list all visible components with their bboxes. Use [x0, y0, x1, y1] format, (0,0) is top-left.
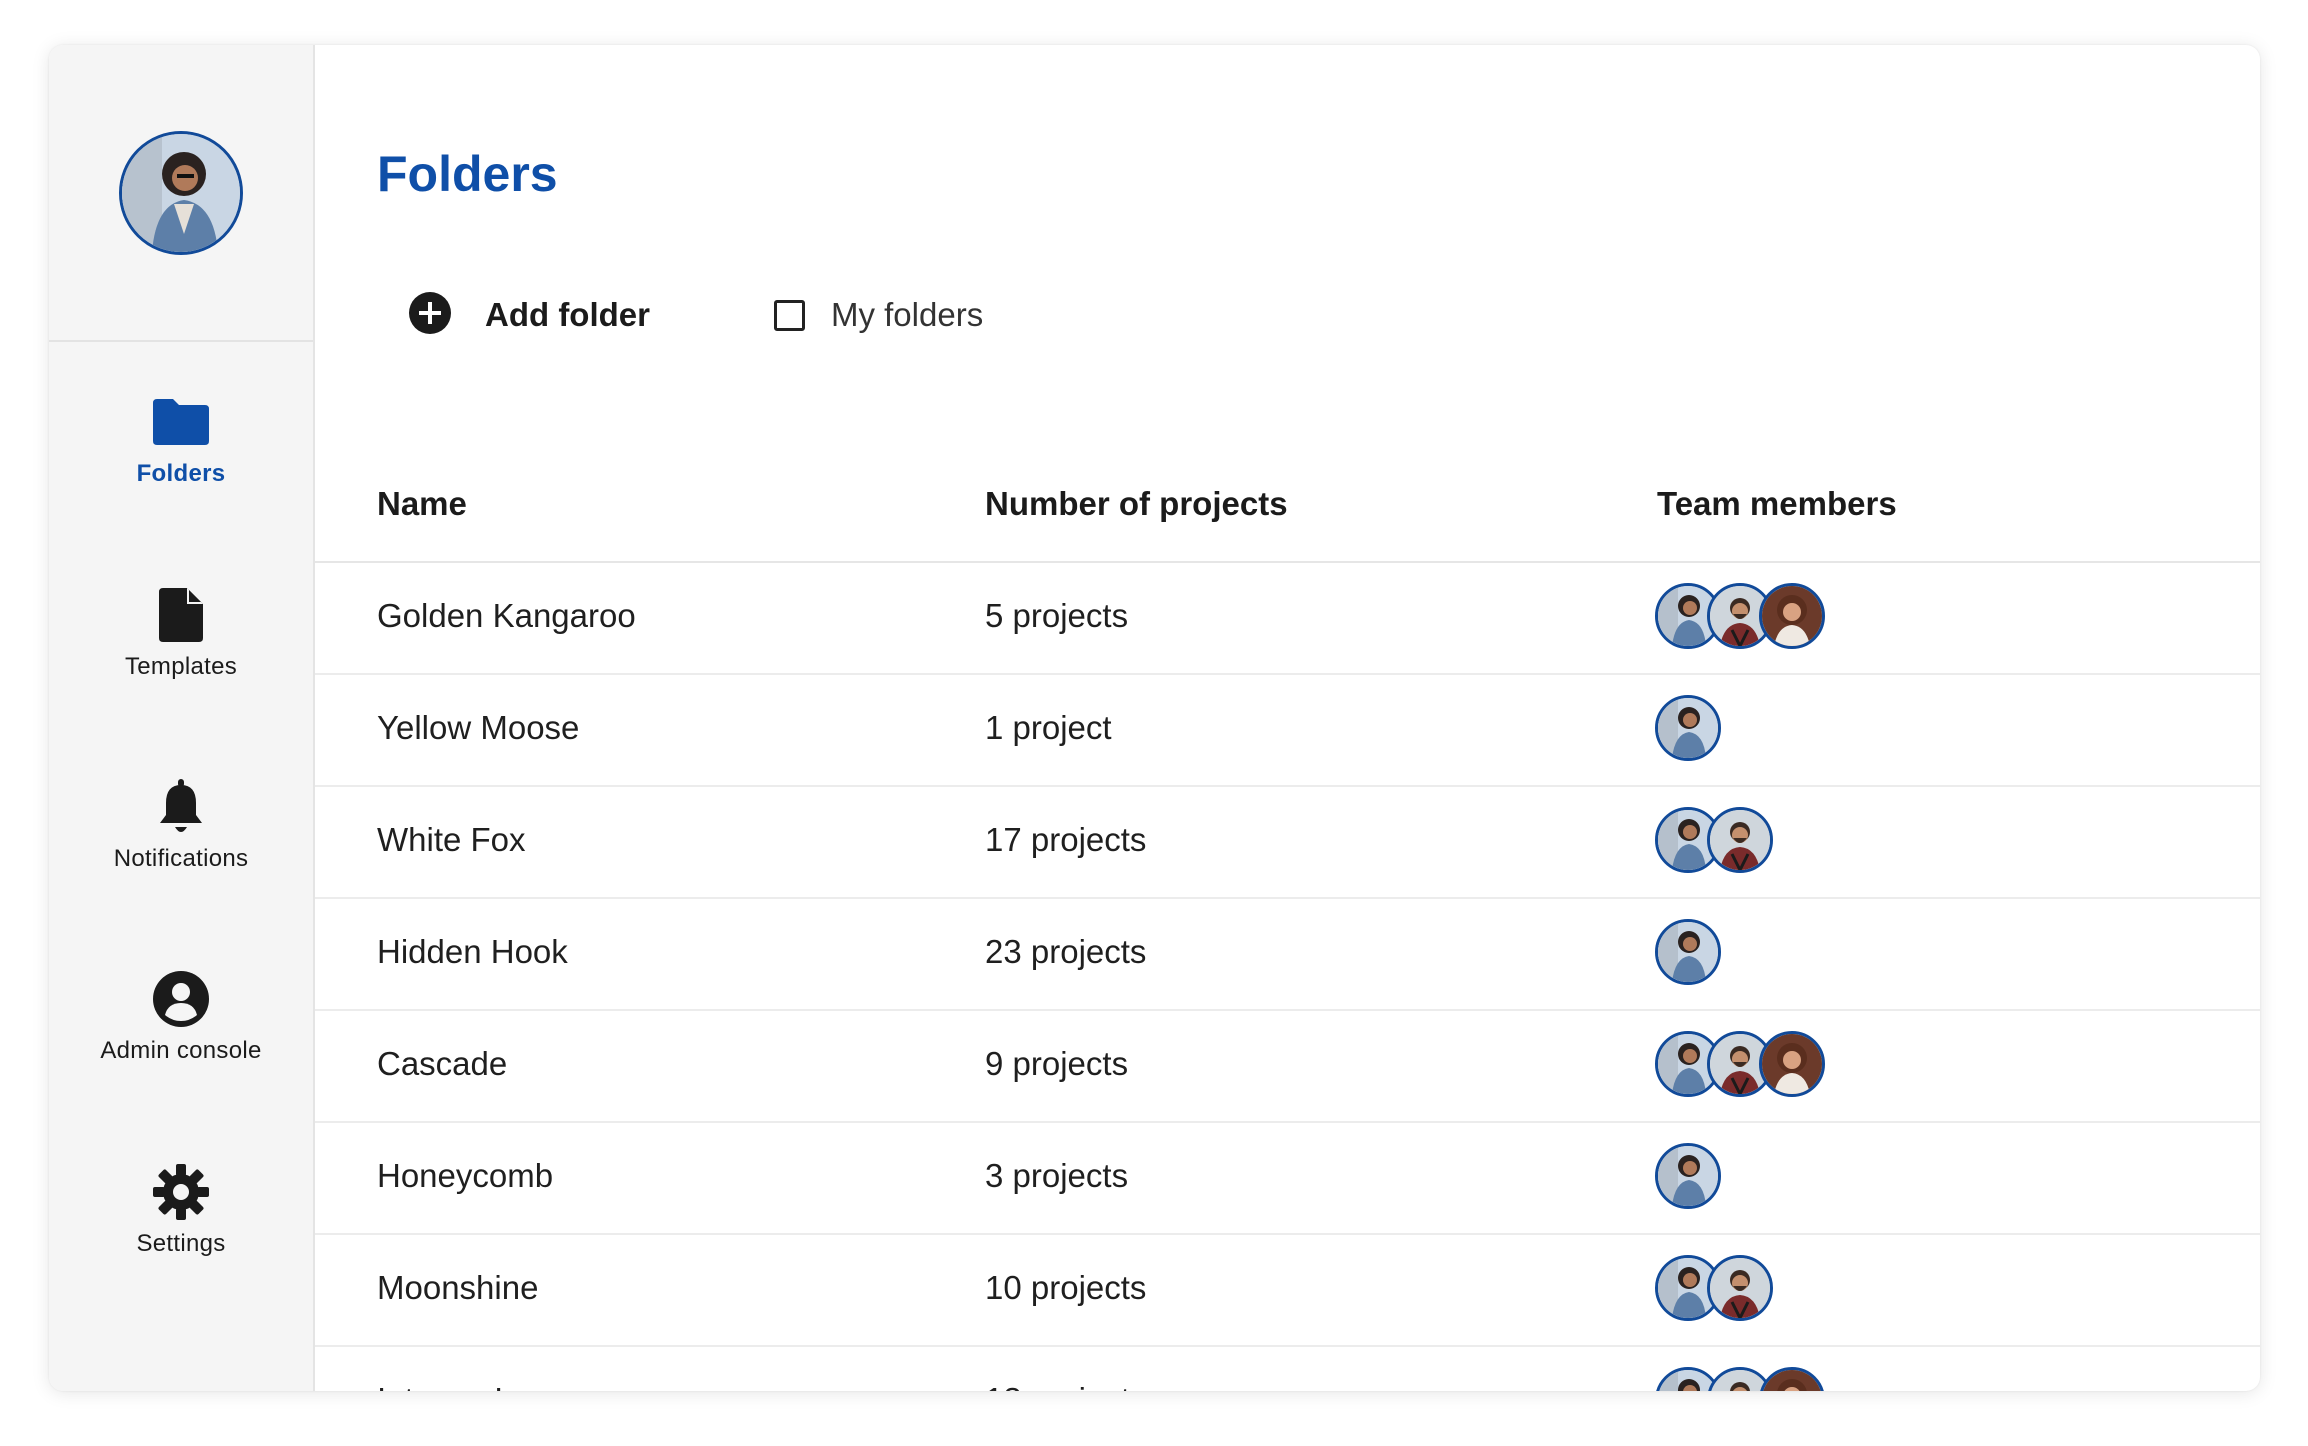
folder-name[interactable]: Cascade	[377, 1045, 507, 1083]
profile-avatar[interactable]	[119, 130, 243, 255]
my-folders-toggle[interactable]: My folders	[773, 296, 984, 334]
account-circle-icon	[153, 969, 209, 1029]
team-member-avatar-1[interactable]	[1655, 1143, 1721, 1209]
folder-name[interactable]: Moonshine	[377, 1269, 538, 1307]
column-header-team-members[interactable]: Team members	[1657, 485, 1897, 523]
column-header-name[interactable]: Name	[377, 485, 467, 523]
table-row[interactable]: Hidden Hook 23 projects	[315, 899, 2260, 1011]
project-count: 23 projects	[985, 933, 1147, 970]
sidebar-item-label: Admin console	[100, 1037, 262, 1064]
add-circle-icon	[409, 291, 451, 339]
add-folder-label: Add folder	[485, 296, 650, 333]
column-header-projects[interactable]: Number of projects	[985, 485, 1288, 523]
sidebar-item-label: Notifications	[113, 845, 249, 872]
table-row[interactable]: Golden Kangaroo 5 projects	[315, 563, 2260, 675]
table-header: Name Number of projects Team members	[315, 445, 2260, 563]
folder-name[interactable]: Honeycomb	[377, 1157, 553, 1195]
table-body: Golden Kangaroo 5 projects Yellow Moose 1 p…	[315, 563, 2260, 1391]
team-member-avatar-3[interactable]	[1759, 1367, 1825, 1391]
team-members-stack	[1655, 1367, 1825, 1391]
sidebar-item-settings[interactable]: Settings	[49, 1162, 313, 1312]
page-title: Folders	[377, 146, 558, 202]
folders-table: Name Number of projects Team members Gol…	[315, 445, 2260, 1391]
folder-name[interactable]: Golden Kangaroo	[377, 597, 636, 635]
table-row[interactable]: Moonshine 10 projects	[315, 1235, 2260, 1347]
main-content: Folders Add folder My folders Name Numbe…	[315, 45, 2260, 1391]
folder-icon	[153, 392, 209, 452]
sidebar-item-admin-console[interactable]: Admin console	[49, 969, 313, 1119]
table-row[interactable]: Honeycomb 3 projects	[315, 1123, 2260, 1235]
sidebar-item-folders[interactable]: Folders	[49, 392, 313, 542]
add-folder-button[interactable]: Add folder	[409, 291, 650, 339]
app-window: Folders Templates Notifications Admin co…	[49, 45, 2260, 1391]
folder-name[interactable]: Intense Lama	[377, 1381, 577, 1391]
team-member-avatar-2[interactable]	[1707, 807, 1773, 873]
project-count: 10 projects	[985, 1269, 1147, 1306]
project-count: 17 projects	[985, 821, 1147, 858]
folder-name[interactable]: White Fox	[377, 821, 526, 859]
project-count: 18 projects	[985, 1381, 1146, 1391]
team-member-avatar-3[interactable]	[1759, 583, 1825, 649]
document-icon	[159, 585, 203, 645]
team-member-avatar-3[interactable]	[1759, 1031, 1825, 1097]
table-row[interactable]: Cascade 9 projects	[315, 1011, 2260, 1123]
sidebar-item-label: Settings	[136, 1230, 226, 1257]
sidebar: Folders Templates Notifications Admin co…	[49, 45, 315, 1391]
team-members-stack	[1655, 1143, 1721, 1211]
my-folders-label: My folders	[830, 296, 984, 333]
team-member-avatar-1[interactable]	[1655, 919, 1721, 985]
project-count: 5 projects	[985, 597, 1129, 634]
sidebar-item-label: Templates	[124, 653, 238, 680]
project-count: 9 projects	[985, 1045, 1129, 1082]
my-folders-checkbox[interactable]	[773, 299, 805, 331]
team-member-avatar-1[interactable]	[1655, 695, 1721, 761]
table-row[interactable]: Yellow Moose 1 project	[315, 675, 2260, 787]
team-members-stack	[1655, 583, 1825, 651]
team-members-stack	[1655, 1031, 1825, 1099]
project-count: 1 project	[985, 709, 1112, 746]
bell-icon	[158, 777, 204, 837]
project-count: 3 projects	[985, 1157, 1129, 1194]
gear-icon	[153, 1162, 209, 1222]
team-members-stack	[1655, 919, 1721, 987]
folder-name[interactable]: Yellow Moose	[377, 709, 579, 747]
profile-section	[49, 45, 313, 342]
table-row[interactable]: White Fox 17 projects	[315, 787, 2260, 899]
toolbar: Add folder My folders	[409, 285, 983, 345]
sidebar-item-label: Folders	[136, 460, 226, 487]
folder-name[interactable]: Hidden Hook	[377, 933, 568, 971]
team-members-stack	[1655, 695, 1721, 763]
sidebar-item-templates[interactable]: Templates	[49, 585, 313, 735]
table-row[interactable]: Intense Lama 18 projects	[315, 1347, 2260, 1391]
team-members-stack	[1655, 807, 1773, 875]
team-member-avatar-2[interactable]	[1707, 1255, 1773, 1321]
team-members-stack	[1655, 1255, 1773, 1323]
sidebar-item-notifications[interactable]: Notifications	[49, 777, 313, 927]
